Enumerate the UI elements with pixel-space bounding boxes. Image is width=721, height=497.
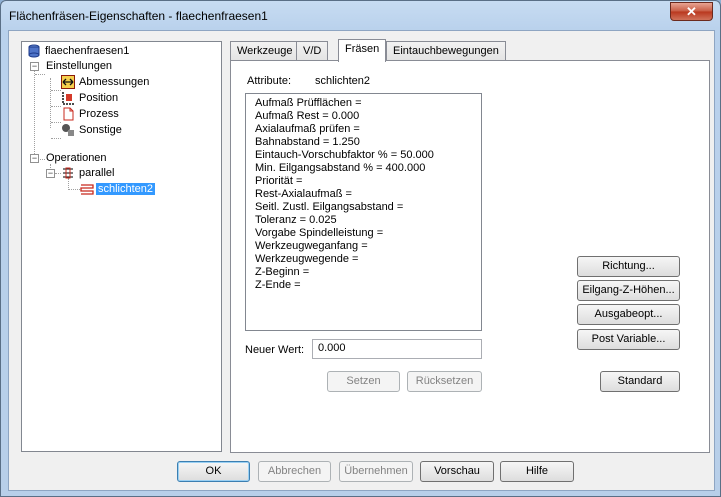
list-item[interactable]: Eintauch-Vorschubfaktor % = 50.000 [255, 149, 472, 162]
tree-item-label: Position [79, 92, 119, 104]
list-item[interactable]: Bahnabstand = 1.250 [255, 136, 472, 149]
close-button[interactable]: ✕ [670, 2, 713, 21]
collapse-icon[interactable]: − [46, 169, 55, 178]
help-button[interactable]: Hilfe [500, 461, 574, 482]
list-item[interactable]: Min. Eilgangsabstand % = 400.000 [255, 162, 472, 175]
tree-item-label: Sonstige [79, 124, 122, 136]
attribute-value: schlichten2 [315, 75, 371, 87]
list-item[interactable]: Werkzeugwegende = [255, 253, 472, 266]
collapse-icon[interactable]: − [30, 154, 39, 163]
list-item[interactable]: Z-Beginn = [255, 266, 472, 279]
new-value-input[interactable]: 0.000 [312, 339, 482, 359]
toolpath-icon [80, 184, 94, 195]
tab-feeds-speeds[interactable]: V/D [296, 41, 329, 61]
list-item[interactable]: Vorgabe Spindelleistung = [255, 227, 472, 240]
tree-item-label: schlichten2 [96, 183, 156, 195]
tree-item-root[interactable]: flaechenfraesen1 [27, 43, 131, 59]
dimensions-icon [61, 75, 75, 89]
new-value-label: Neuer Wert: [245, 344, 305, 356]
tab-tools[interactable]: Werkzeuge [230, 41, 300, 61]
tree-item-label: parallel [79, 167, 115, 179]
tree-item-settings[interactable]: Einstellungen [44, 58, 114, 74]
set-button[interactable]: Setzen [327, 371, 400, 392]
attribute-list[interactable]: Aufmaß Prüfflächen = Aufmaß Rest = 0.000… [245, 93, 482, 331]
tree-item-label: Einstellungen [46, 60, 113, 72]
tree-item-label: Abmessungen [79, 76, 150, 88]
tab-milling[interactable]: Fräsen [338, 39, 387, 62]
list-item[interactable]: Toleranz = 0.025 [255, 214, 472, 227]
tree-item-dimensions[interactable]: Abmessungen [61, 74, 151, 90]
ok-button[interactable]: OK [177, 461, 250, 482]
post-variable-button[interactable]: Post Variable... [577, 329, 680, 350]
document-icon [63, 107, 74, 121]
window-title: Flächenfräsen-Eigenschaften - flaechenfr… [9, 9, 268, 23]
position-icon [62, 92, 74, 105]
tree-item-label: flaechenfraesen1 [45, 45, 130, 57]
list-item[interactable]: Z-Ende = [255, 279, 472, 292]
list-item[interactable]: Axialaufmaß prüfen = [255, 123, 472, 136]
list-item[interactable]: Werkzeugweganfang = [255, 240, 472, 253]
tree-item-process[interactable]: Prozess [61, 106, 121, 122]
dialog-client: flaechenfraesen1 − Einstellungen Abmessu… [8, 30, 715, 491]
collapse-icon[interactable]: − [30, 62, 39, 71]
reset-button[interactable]: Rücksetzen [407, 371, 482, 392]
misc-shapes-icon [62, 124, 74, 136]
list-item[interactable]: Aufmaß Rest = 0.000 [255, 110, 472, 123]
title-bar[interactable]: Flächenfräsen-Eigenschaften - flaechenfr… [1, 1, 720, 29]
cancel-button[interactable]: Abbrechen [258, 461, 331, 482]
tree-item-misc[interactable]: Sonstige [61, 122, 124, 138]
tree-item-selected-operation[interactable]: schlichten2 [80, 181, 156, 197]
rapid-z-heights-button[interactable]: Eilgang-Z-Höhen... [577, 280, 680, 301]
list-item[interactable]: Aufmaß Prüfflächen = [255, 97, 472, 110]
tree-item-label: Operationen [46, 152, 107, 164]
output-options-button[interactable]: Ausgabeopt... [577, 304, 680, 325]
list-item[interactable]: Seitl. Zustl. Eilgangsabstand = [255, 201, 472, 214]
tab-panel: Attribute: schlichten2 Aufmaß Prüffläche… [230, 60, 710, 453]
tree-item-operations[interactable]: Operationen [44, 150, 109, 166]
group-icon [63, 167, 73, 179]
database-icon [28, 44, 40, 58]
dialog-window: Flächenfräsen-Eigenschaften - flaechenfr… [0, 0, 721, 497]
tab-plunge-moves[interactable]: Eintauchbewegungen [386, 41, 506, 61]
preview-button[interactable]: Vorschau [420, 461, 494, 482]
attribute-label: Attribute: [247, 75, 292, 87]
direction-button[interactable]: Richtung... [577, 256, 680, 277]
tree-item-position[interactable]: Position [61, 90, 120, 106]
apply-button[interactable]: Übernehmen [339, 461, 413, 482]
standard-button[interactable]: Standard [600, 371, 680, 392]
tree-item-parallel[interactable]: parallel [61, 165, 116, 181]
operations-tree[interactable]: flaechenfraesen1 − Einstellungen Abmessu… [21, 41, 222, 452]
list-item[interactable]: Rest-Axialaufmaß = [255, 188, 472, 201]
tree-item-label: Prozess [79, 108, 119, 120]
list-item[interactable]: Priorität = [255, 175, 472, 188]
